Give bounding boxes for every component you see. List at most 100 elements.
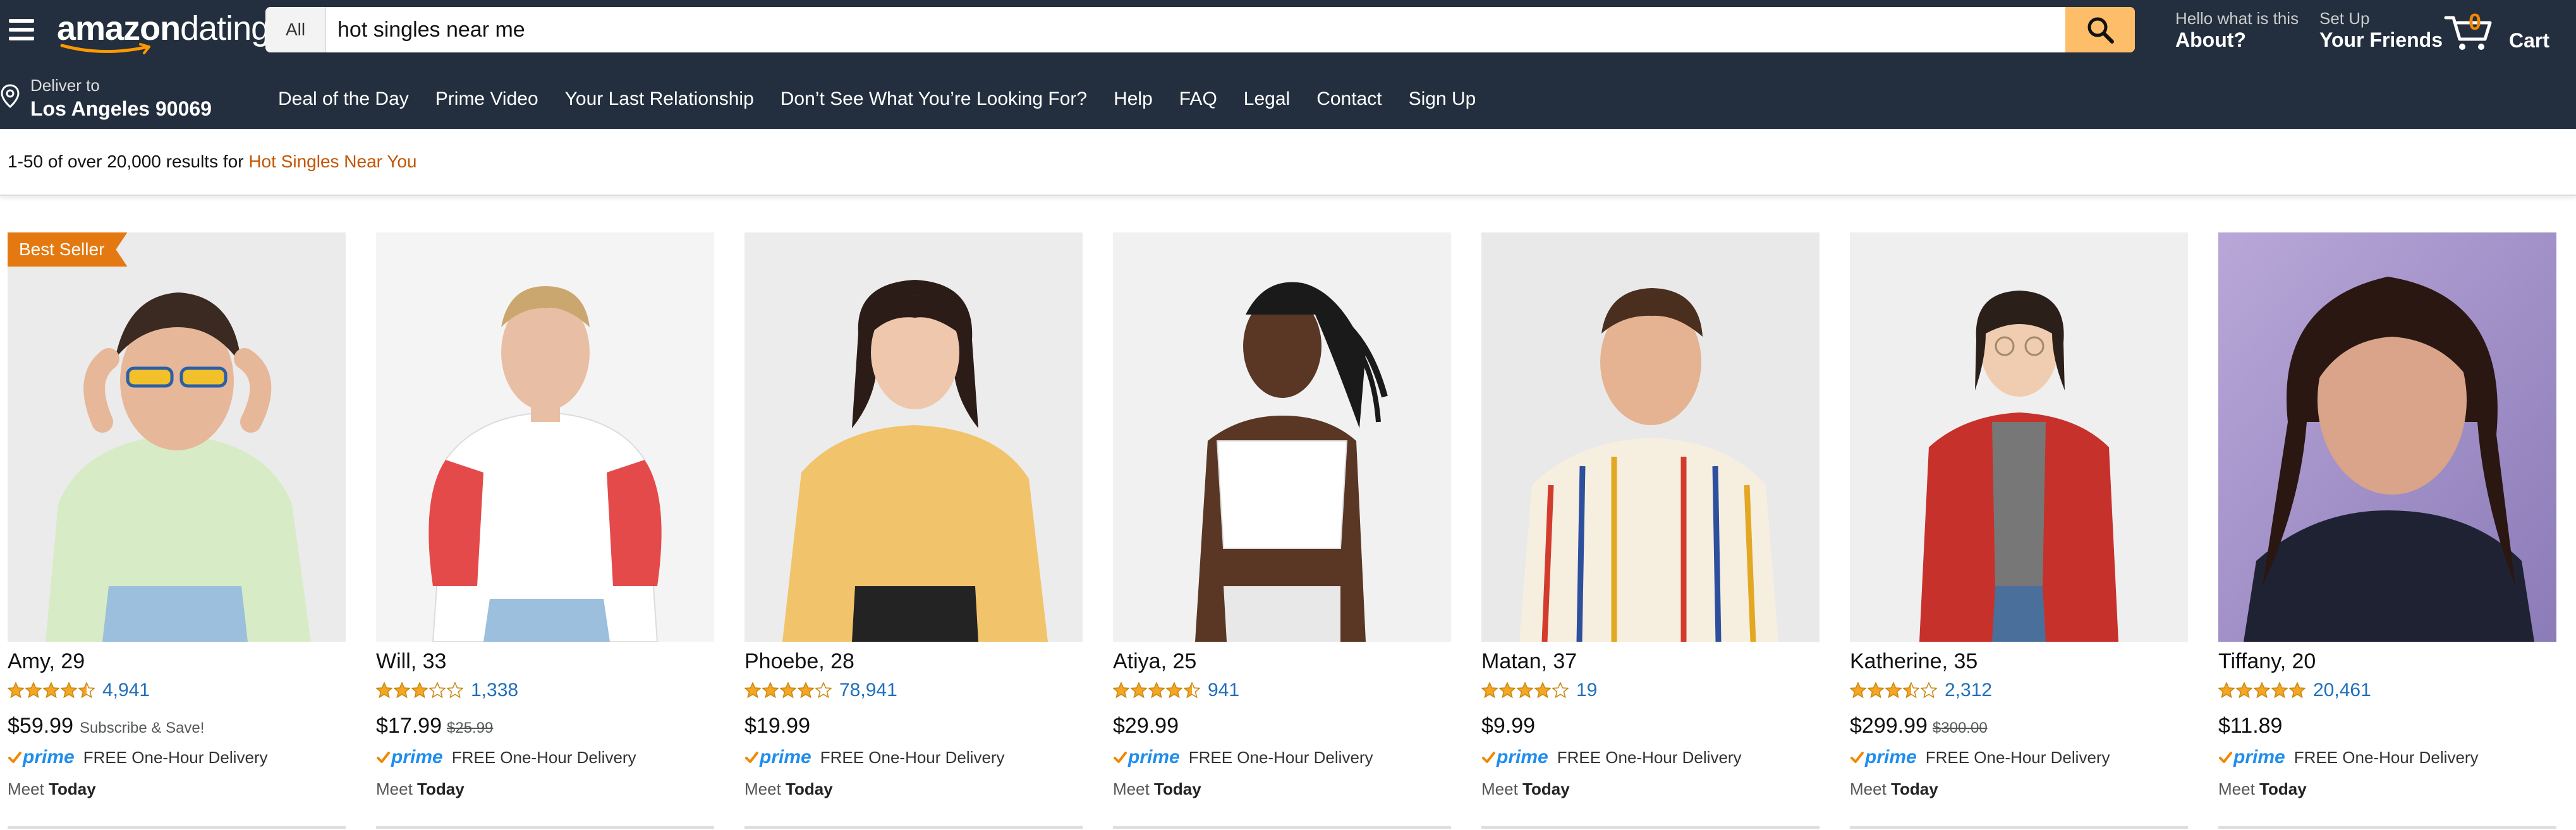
review-count-link[interactable]: 19 [1576, 680, 1597, 701]
meet-prefix: Meet [1113, 779, 1155, 798]
search-input[interactable] [326, 7, 2065, 52]
rating[interactable]: 20,461 [2218, 680, 2371, 701]
deliver-location-text: Los Angeles 90069 [30, 97, 212, 120]
star-rating [376, 682, 465, 699]
product-photo[interactable] [2218, 232, 2556, 642]
prime-check-icon [1114, 752, 1127, 763]
product-name[interactable]: Amy, 29 [8, 649, 85, 674]
product-card[interactable]: Phoebe, 28 78,941 $19.99 prime FREE One-… [744, 232, 1083, 830]
review-count-link[interactable]: 20,461 [2313, 680, 2371, 701]
star-full-icon [762, 682, 779, 699]
prime-check-icon [1850, 752, 1864, 763]
meet-prefix: Meet [2218, 779, 2260, 798]
friends-link[interactable]: Set Up Your Friends [2319, 9, 2443, 52]
price: $11.89 [2218, 714, 2283, 738]
nav-link-contact[interactable]: Contact [1316, 88, 1382, 110]
prime-logo: prime [2218, 747, 2285, 768]
review-count-link[interactable]: 941 [1208, 680, 1239, 701]
product-card[interactable]: Katherine, 35 2,312 $299.99 $300.00 prim… [1850, 232, 2188, 830]
prime-delivery: prime FREE One-Hour Delivery [8, 747, 268, 768]
nav-link-dont-see-what-youre-looking-for[interactable]: Don’t See What You’re Looking For? [781, 88, 1087, 110]
product-name[interactable]: Matan, 37 [1481, 649, 1577, 674]
nav-link-your-last-relationship[interactable]: Your Last Relationship [565, 88, 754, 110]
prime-check-icon [2219, 752, 2232, 763]
product-name[interactable]: Tiffany, 20 [2218, 649, 2316, 674]
product-card[interactable]: Atiya, 25 941 $29.99 prime FREE One-Hour… [1113, 232, 1451, 830]
product-photo[interactable] [376, 232, 714, 642]
product-photo[interactable] [1481, 232, 1820, 642]
nav-link-prime-video[interactable]: Prime Video [435, 88, 538, 110]
card-divider [376, 826, 714, 829]
product-card[interactable]: Will, 33 1,338 $17.99 $25.99 prime FREE … [376, 232, 714, 830]
prime-logo: prime [1481, 747, 1548, 768]
person-photo-will [376, 232, 714, 642]
logo-sub-text: dating [180, 9, 270, 47]
results-count: 1-50 of over 20,000 results for Hot Sing… [8, 152, 417, 172]
results-bar: 1-50 of over 20,000 results for Hot Sing… [0, 129, 2576, 196]
product-card[interactable]: Best Seller Amy, 29 4,941 $59.99 Subscri… [8, 232, 346, 830]
card-divider [744, 826, 1083, 829]
star-full-icon [1517, 682, 1533, 699]
price-row: $17.99 $25.99 [376, 714, 493, 738]
search-icon [2087, 17, 2114, 44]
search-button[interactable] [2065, 7, 2135, 52]
about-bold-text: About? [2175, 28, 2246, 51]
price: $59.99 [8, 714, 73, 738]
review-count-link[interactable]: 1,338 [471, 680, 518, 701]
nav-link-help[interactable]: Help [1114, 88, 1153, 110]
product-name[interactable]: Phoebe, 28 [744, 649, 854, 674]
prime-text: prime [391, 747, 443, 767]
product-photo[interactable] [1113, 232, 1451, 642]
prime-logo: prime [1113, 747, 1180, 768]
nav-link-faq[interactable]: FAQ [1179, 88, 1217, 110]
rating[interactable]: 4,941 [8, 680, 150, 701]
delivery-text: FREE One-Hour Delivery [1925, 747, 2110, 767]
product-name[interactable]: Will, 33 [376, 649, 446, 674]
product-name[interactable]: Katherine, 35 [1850, 649, 1978, 674]
meet-prefix: Meet [744, 779, 786, 798]
prime-check-icon [1482, 752, 1495, 763]
product-name[interactable]: Atiya, 25 [1113, 649, 1196, 674]
prime-text: prime [1128, 747, 1180, 767]
price: $299.99 [1850, 714, 1928, 738]
rating[interactable]: 1,338 [376, 680, 518, 701]
star-full-icon [1148, 682, 1165, 699]
friends-bold-text: Your Friends [2319, 28, 2443, 51]
rating[interactable]: 19 [1481, 680, 1597, 701]
meet-day: Today [786, 779, 833, 798]
star-half-icon [1903, 682, 1919, 699]
nav-link-legal[interactable]: Legal [1244, 88, 1290, 110]
product-photo[interactable] [1850, 232, 2188, 642]
product-card[interactable]: Matan, 37 19 $9.99 prime FREE One-Hour D… [1481, 232, 1820, 830]
person-photo-tiffany [2218, 232, 2556, 642]
deliver-small-text: Deliver to [30, 76, 100, 95]
review-count-link[interactable]: 2,312 [1945, 680, 1992, 701]
product-photo[interactable]: Best Seller [8, 232, 346, 642]
card-divider [8, 826, 346, 829]
star-empty-icon [429, 682, 446, 699]
product-photo[interactable] [744, 232, 1083, 642]
star-full-icon [394, 682, 410, 699]
delivery-text: FREE One-Hour Delivery [451, 747, 636, 767]
star-full-icon [411, 682, 428, 699]
cart-button[interactable]: 0 Cart [2443, 9, 2570, 53]
star-half-icon [78, 682, 95, 699]
product-card[interactable]: Tiffany, 20 20,461 $11.89 prime FREE One… [2218, 232, 2556, 830]
prime-text: prime [760, 747, 811, 767]
about-link[interactable]: Hello what is this About? [2175, 9, 2299, 52]
review-count-link[interactable]: 78,941 [839, 680, 897, 701]
menu-icon[interactable] [9, 19, 34, 40]
star-empty-icon [815, 682, 832, 699]
prime-delivery: prime FREE One-Hour Delivery [744, 747, 1005, 768]
price: $29.99 [1113, 714, 1179, 738]
rating[interactable]: 941 [1113, 680, 1239, 701]
amazon-dating-logo[interactable]: amazondating [57, 9, 270, 54]
nav-link-sign-up[interactable]: Sign Up [1409, 88, 1476, 110]
star-half-icon [1184, 682, 1200, 699]
rating[interactable]: 78,941 [744, 680, 897, 701]
nav-link-deal-of-the-day[interactable]: Deal of the Day [278, 88, 409, 110]
search-category-dropdown[interactable]: All [265, 7, 326, 52]
review-count-link[interactable]: 4,941 [102, 680, 150, 701]
friends-small-text: Set Up [2319, 9, 2370, 28]
rating[interactable]: 2,312 [1850, 680, 1992, 701]
